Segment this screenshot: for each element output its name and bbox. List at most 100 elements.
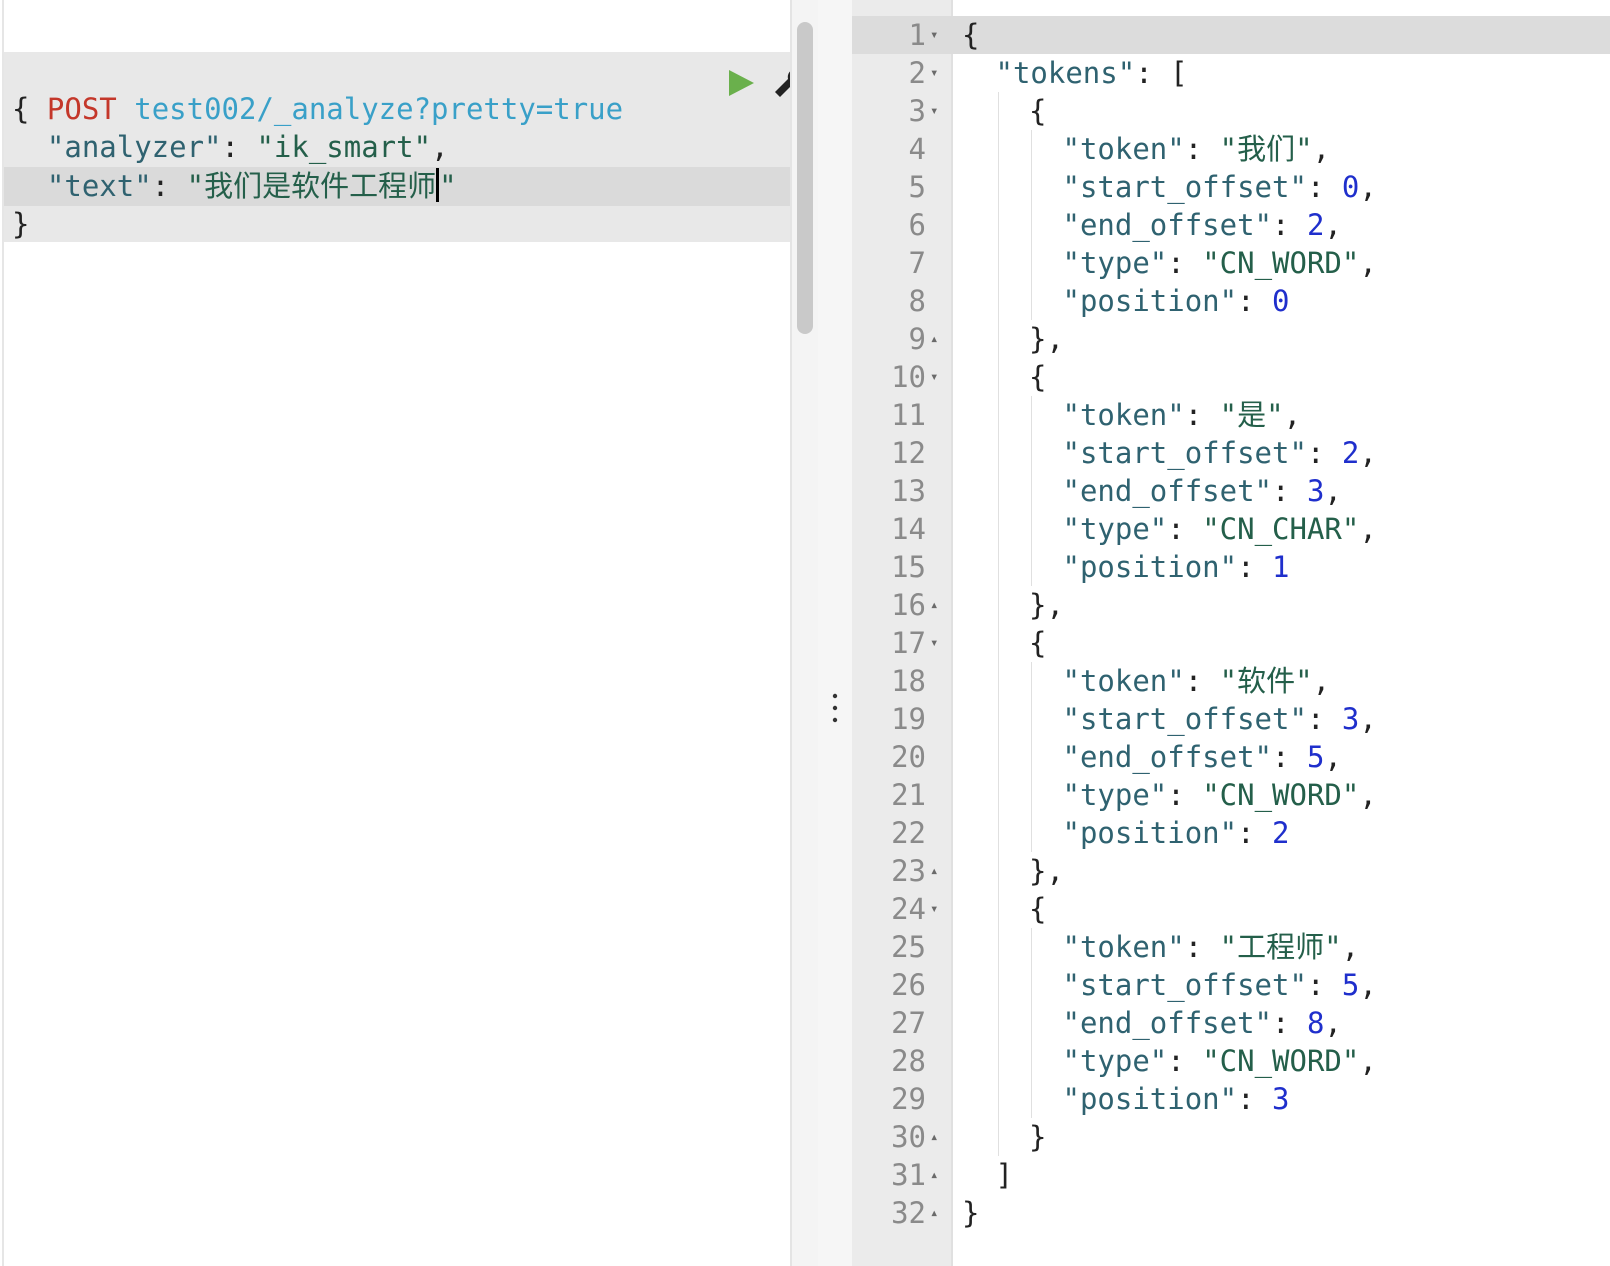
json-punct: : — [1167, 512, 1203, 546]
json-punct: : — [1167, 1044, 1203, 1078]
json-punct: { — [962, 18, 980, 52]
line-number: 29 — [891, 1082, 926, 1116]
request-line[interactable]: POST test002/_analyze?pretty=true — [12, 52, 623, 128]
response-line: "start_offset": 2, — [1063, 434, 1377, 472]
fold-toggle-icon[interactable]: ▾ — [930, 358, 938, 396]
json-punct: { — [1029, 626, 1047, 660]
json-punct: : — [1184, 930, 1220, 964]
json-punct: : — [1184, 664, 1220, 698]
fold-toggle-icon[interactable]: ▾ — [930, 16, 938, 54]
json-number: 2 — [1306, 208, 1325, 242]
line-number: 20 — [891, 740, 926, 774]
json-key: "type" — [1062, 778, 1168, 812]
json-punct: : — [1306, 702, 1342, 736]
fold-toggle-icon[interactable]: ▴ — [930, 1118, 938, 1156]
gutter-border — [951, 0, 953, 1266]
line-number: 6 — [908, 208, 926, 242]
json-punct: , — [1312, 132, 1331, 166]
json-key: "token" — [1062, 930, 1185, 964]
pane-resize-handle[interactable] — [818, 0, 852, 1266]
json-punct: : [ — [1135, 56, 1188, 90]
response-line: } — [962, 1194, 979, 1232]
json-punct: , — [1324, 1006, 1342, 1040]
fold-toggle-icon[interactable]: ▴ — [930, 320, 938, 358]
json-punct: , — [1283, 398, 1302, 432]
line-number: 8 — [908, 284, 926, 318]
response-line: "tokens": [ — [996, 54, 1188, 92]
line-number: 26 — [891, 968, 926, 1002]
response-line: "token": "软件", — [1063, 662, 1331, 700]
json-punct: }, — [1029, 854, 1064, 888]
json-punct: : — [1184, 132, 1220, 166]
request-body-open[interactable]: { — [12, 90, 29, 128]
fold-toggle-icon[interactable]: ▾ — [930, 890, 938, 928]
fold-toggle-icon[interactable]: ▾ — [930, 92, 938, 130]
json-punct: , — [1359, 778, 1377, 812]
response-line: "position": 1 — [1063, 548, 1290, 586]
json-punct: ] — [995, 1158, 1013, 1192]
json-key: "start_offset" — [1062, 968, 1307, 1002]
editor-scrollbar-thumb[interactable] — [797, 22, 813, 334]
request-body-analyzer-line[interactable]: "analyzer": "ik_smart", — [12, 128, 449, 166]
json-punct: : — [1272, 474, 1307, 508]
json-punct: , — [1359, 170, 1377, 204]
json-punct: : — [1184, 398, 1220, 432]
json-punct: : — [1237, 816, 1273, 850]
response-line: { — [1029, 624, 1046, 662]
json-punct: { — [1029, 360, 1047, 394]
line-number: 17 — [891, 626, 926, 660]
indent-guide — [1031, 928, 1032, 1118]
text-value: "我们是软件工程师 — [186, 169, 437, 203]
fold-toggle-icon[interactable]: ▴ — [930, 1156, 938, 1194]
json-string: "软件" — [1219, 664, 1313, 698]
line-number: 30 — [891, 1120, 926, 1154]
fold-toggle-icon[interactable]: ▾ — [930, 54, 938, 92]
line-number: 9 — [908, 322, 926, 356]
response-line: { — [962, 16, 979, 54]
line-number: 16 — [891, 588, 926, 622]
fold-toggle-icon[interactable]: ▴ — [930, 586, 938, 624]
json-key: "position" — [1062, 816, 1238, 850]
response-line: "token": "工程师", — [1063, 928, 1360, 966]
json-punct: : — [1306, 436, 1342, 470]
line-number: 5 — [908, 170, 926, 204]
response-line: }, — [1029, 586, 1064, 624]
text-key: "text" — [46, 169, 152, 203]
line-number: 25 — [891, 930, 926, 964]
json-number: 8 — [1306, 1006, 1325, 1040]
json-key: "type" — [1062, 512, 1168, 546]
line-number: 2 — [908, 56, 926, 90]
line-number: 13 — [891, 474, 926, 508]
fold-toggle-icon[interactable]: ▴ — [930, 852, 938, 890]
json-punct: { — [1029, 892, 1047, 926]
json-number: 0 — [1341, 170, 1360, 204]
response-line: "end_offset": 8, — [1063, 1004, 1342, 1042]
json-punct: : — [1272, 208, 1307, 242]
fold-toggle-icon[interactable]: ▾ — [930, 624, 938, 662]
json-punct: : — [1306, 968, 1342, 1002]
response-line: "end_offset": 5, — [1063, 738, 1342, 776]
line-number: 28 — [891, 1044, 926, 1078]
fold-toggle-icon[interactable]: ▴ — [930, 1194, 938, 1232]
json-punct: : — [1167, 246, 1203, 280]
line-number: 21 — [891, 778, 926, 812]
json-punct: }, — [1029, 322, 1064, 356]
json-string: "CN_WORD" — [1202, 1044, 1360, 1078]
json-key: "end_offset" — [1062, 740, 1273, 774]
json-string: "CN_CHAR" — [1202, 512, 1360, 546]
json-punct: , — [1359, 968, 1377, 1002]
json-string: "工程师" — [1219, 930, 1342, 964]
response-line: }, — [1029, 852, 1064, 890]
request-body-close[interactable]: } — [12, 205, 29, 243]
json-punct: : — [1272, 740, 1307, 774]
line-number: 23 — [891, 854, 926, 888]
json-punct: , — [1359, 1044, 1377, 1078]
run-request-button[interactable] — [724, 66, 758, 100]
json-number: 1 — [1272, 550, 1290, 584]
json-punct: , — [1359, 512, 1377, 546]
json-punct: : — [1306, 170, 1342, 204]
json-key: "position" — [1062, 284, 1238, 318]
request-body-text-line[interactable]: "text": "我们是软件工程师 " — [12, 167, 457, 205]
json-number: 3 — [1306, 474, 1325, 508]
json-number: 5 — [1306, 740, 1325, 774]
